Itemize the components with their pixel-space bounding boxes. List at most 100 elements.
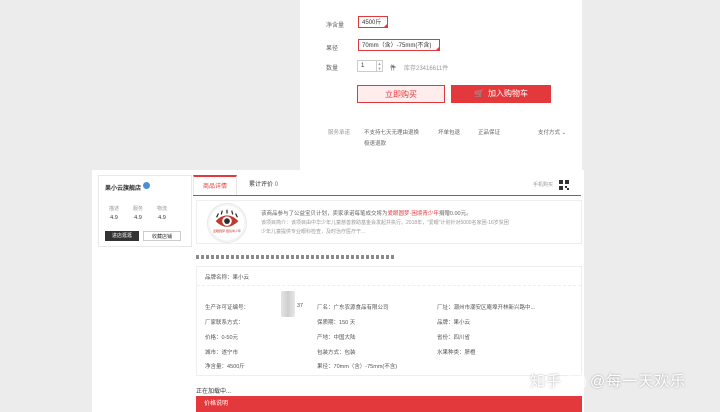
spec-label: 品牌： bbox=[437, 320, 454, 326]
spec-item: 厂址：潮州市潮安区庵埠开林新兴路中... bbox=[437, 303, 535, 311]
spec-value: 潮州市潮安区庵埠开林新兴路中... bbox=[453, 305, 536, 311]
spec-label: 果径 bbox=[326, 46, 339, 52]
chevron-down-icon[interactable]: ▼ bbox=[377, 66, 382, 71]
service-item: 坏单包退 bbox=[438, 130, 461, 136]
charity-line-1: 该商品参与了公益宝贝计划，卖家承诺每笔成交将为爱眼圆梦·困境青少年捐赠0.00元… bbox=[261, 209, 472, 217]
spec-label: 果径： bbox=[317, 364, 334, 370]
spec-value: 包装 bbox=[344, 350, 356, 356]
loading-text: 正在加载中... bbox=[196, 389, 232, 395]
spec-label: 水果种类： bbox=[437, 350, 465, 356]
spec-value: 果小云 bbox=[232, 275, 250, 281]
tab-reviews[interactable]: 累计评价 0 bbox=[249, 175, 278, 195]
spec-value: 70mm（含）-75mm(不含) bbox=[333, 364, 398, 370]
rating-score: 4.9 bbox=[158, 215, 166, 221]
buy-now-button[interactable]: 立即购买 bbox=[357, 85, 445, 103]
qr-code-icon[interactable] bbox=[559, 180, 569, 190]
spec-label: 包装方式： bbox=[317, 350, 345, 356]
spec-value: 中国大陆 bbox=[333, 335, 356, 341]
rating-description: 描述 4.9 bbox=[105, 205, 123, 221]
spec-item: 包装方式：包装 bbox=[317, 348, 356, 356]
eye-charity-logo bbox=[207, 203, 247, 243]
spec-value: 150 天 bbox=[339, 320, 356, 326]
spec-item: 厂家联系方式： bbox=[205, 318, 244, 326]
charity-text: 该商品参与了公益宝贝计划，卖家承诺每笔成交将为 bbox=[261, 211, 388, 217]
quantity-stepper[interactable]: ▲ ▼ bbox=[377, 60, 383, 72]
spec-label: 生产许可证编号： bbox=[205, 305, 250, 311]
spec-label: 省份： bbox=[437, 335, 454, 341]
logo-caption: 爱眼圆梦·困境青少年 bbox=[213, 229, 241, 233]
spec-item: 保质期：150 天 bbox=[317, 318, 355, 326]
spec-item: 产地：中国大陆 bbox=[317, 333, 356, 341]
avatar-icon bbox=[566, 372, 587, 393]
spec-label: 厂名： bbox=[317, 305, 334, 311]
favorite-shop-button[interactable]: 收藏店铺 bbox=[143, 231, 181, 241]
spec-item: 品牌：果小云 bbox=[437, 318, 470, 326]
charity-banner: 爱眼圆梦·困境青少年 该商品参与了公益宝贝计划，卖家承诺每笔成交将为爱眼圆梦·困… bbox=[196, 200, 582, 244]
redacted-blur bbox=[281, 291, 295, 317]
spec-option-selected[interactable]: 70mm（含）-75mm(不含) bbox=[358, 39, 440, 51]
weight-option-selected[interactable]: 4500斤 bbox=[358, 16, 388, 28]
payment-methods[interactable]: 支付方式 ⌄ bbox=[538, 128, 566, 136]
add-to-cart-button[interactable]: 🛒 加入购物车 bbox=[451, 85, 551, 103]
add-to-cart-label: 加入购物车 bbox=[487, 89, 528, 98]
quantity-input[interactable]: 1 bbox=[357, 60, 377, 72]
mobile-buy[interactable]: 手机购买 bbox=[533, 175, 553, 195]
spec-item: 净含量：4500斤 bbox=[205, 362, 245, 370]
qty-label: 数量 bbox=[326, 66, 339, 72]
chevron-down-icon: ⌄ bbox=[561, 130, 567, 136]
charity-text: 捐赠0.00元。 bbox=[438, 211, 472, 217]
weight-label: 净含量 bbox=[326, 23, 345, 29]
enter-shop-button[interactable]: 进店逛逛 bbox=[105, 231, 139, 241]
shop-card: 果小云旗舰店 描述 4.9 服务 4.9 物流 4.9 进店逛逛 收藏店铺 bbox=[98, 175, 192, 247]
spec-brand-name: 品牌名称：果小云 bbox=[205, 273, 249, 281]
spec-item: 省份：四川省 bbox=[437, 333, 470, 341]
spec-item: 价格：0-50元 bbox=[205, 333, 238, 341]
shop-name[interactable]: 果小云旗舰店 bbox=[105, 183, 141, 192]
spec-label: 厂址： bbox=[437, 305, 454, 311]
spec-label: 城市： bbox=[205, 350, 222, 356]
spec-label: 产地： bbox=[317, 335, 334, 341]
detail-tabs: 商品详情 累计评价 0 手机购买 bbox=[193, 175, 581, 196]
service-item-extra: 极速退款 bbox=[364, 141, 387, 147]
spec-item: 厂名：广东农源食品有限公司 bbox=[317, 303, 389, 311]
qty-unit: 件 bbox=[390, 66, 397, 72]
page: 净含量 4500斤 果径 70mm（含）-75mm(不含) 数量 1 ▲ ▼ 件… bbox=[0, 0, 720, 412]
spec-value: 遂宁市 bbox=[221, 350, 239, 356]
spec-label: 保质期： bbox=[317, 320, 340, 326]
rating-score: 4.9 bbox=[110, 215, 118, 221]
spec-value: 37 bbox=[297, 303, 304, 309]
spec-value: 脐橙 bbox=[464, 350, 476, 356]
selected-check-icon bbox=[383, 23, 388, 28]
tab-detail[interactable]: 商品详情 bbox=[193, 175, 237, 195]
rating-label: 服务 bbox=[132, 206, 143, 212]
price-info-tab[interactable]: 价格说明 bbox=[196, 396, 582, 412]
watermark: 知乎 @每一天欢乐 bbox=[530, 370, 687, 393]
payment-label: 支付方式 bbox=[538, 130, 561, 136]
spec-value: 广东农源食品有限公司 bbox=[333, 305, 389, 311]
spec-label: 价格： bbox=[205, 335, 222, 341]
verified-badge-icon bbox=[143, 182, 150, 189]
spec-item: 水果种类：脐橙 bbox=[437, 348, 476, 356]
spec-value: 0-50元 bbox=[221, 335, 239, 341]
tab-reviews-count: 0 bbox=[274, 182, 279, 188]
rating-logistics: 物流 4.9 bbox=[153, 205, 171, 221]
spec-value: 四川省 bbox=[453, 335, 471, 341]
watermark-brand: 知乎 bbox=[530, 373, 563, 390]
spec-table: 品牌名称：果小云 生产许可证编号： 37 厂名：广东农源食品有限公司 厂址：潮州… bbox=[196, 266, 582, 376]
spec-item: 城市：遂宁市 bbox=[205, 348, 238, 356]
spec-item: 果径：70mm（含）-75mm(不含) bbox=[317, 362, 397, 370]
spec-item: 生产许可证编号： bbox=[205, 303, 249, 311]
watermark-author: @每一天欢乐 bbox=[590, 373, 687, 390]
service-item: 不支持七天无理由退换 bbox=[364, 130, 420, 136]
stock-count: 库存23416611件 bbox=[404, 66, 449, 72]
charity-line-2: 该项目简介：该项目由中华少年儿童慈善救助基金会发起并执行。2018年，“爱眼”计… bbox=[261, 220, 509, 226]
rating-label: 描述 bbox=[108, 206, 119, 212]
spec-value: 果小云 bbox=[453, 320, 471, 326]
rating-service: 服务 4.9 bbox=[129, 205, 147, 221]
charity-project-link[interactable]: 爱眼圆梦·困境青少年 bbox=[388, 211, 439, 217]
divider bbox=[197, 285, 581, 286]
selected-check-icon bbox=[435, 46, 440, 51]
spec-label: 厂家联系方式： bbox=[205, 320, 244, 326]
service-item: 正品保证 bbox=[478, 130, 501, 136]
spec-label: 净含量： bbox=[205, 364, 228, 370]
